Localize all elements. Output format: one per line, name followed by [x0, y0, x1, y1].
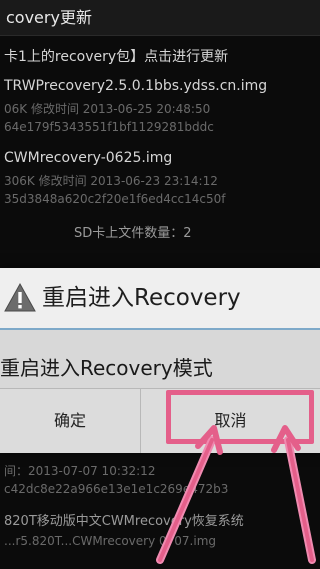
- dialog-header: 重启进入Recovery: [0, 268, 320, 330]
- screen: covery更新 卡1上的recovery包】点击进行更新 TRWPrecove…: [0, 0, 320, 569]
- list-header: 卡1上的recovery包】点击进行更新: [4, 49, 229, 65]
- dialog-message: 重启进入Recovery模式: [0, 356, 213, 380]
- file-hash: c42dc8e22a966e13e1e1c269e472b3: [4, 482, 229, 496]
- file-hash: 64e179f5343551f1bf1129281bddc: [4, 120, 214, 134]
- dialog-title: 重启进入Recovery: [42, 285, 241, 311]
- sd-file-count: SD卡上文件数量：2: [74, 226, 192, 241]
- file-name[interactable]: CWMrecovery-0625.img: [4, 150, 172, 166]
- app-title: covery更新: [6, 8, 92, 27]
- file-info: 306K 修改时间 2013-06-23 23:14:12: [4, 174, 218, 188]
- file-info: 间：2013-07-07 10:32:12: [4, 464, 156, 478]
- file-name[interactable]: 820T移动版中文CWMrecovery恢复系统: [4, 510, 244, 529]
- app-title-bar: covery更新: [0, 0, 320, 36]
- file-info: 06K 修改时间 2013-06-25 20:48:50: [4, 102, 211, 116]
- file-name[interactable]: TRWPrecovery2.5.0.1bbs.ydss.cn.img: [4, 78, 267, 94]
- file-hash: 35d3848a620c2f20e1f6ed4cc14c50f: [4, 192, 226, 206]
- confirm-button[interactable]: 确定: [0, 389, 141, 453]
- cancel-highlight-box: [166, 390, 314, 444]
- warning-icon: [4, 282, 36, 312]
- file-info: ...r5.820T...CWMrecovery 0707.img: [4, 534, 216, 548]
